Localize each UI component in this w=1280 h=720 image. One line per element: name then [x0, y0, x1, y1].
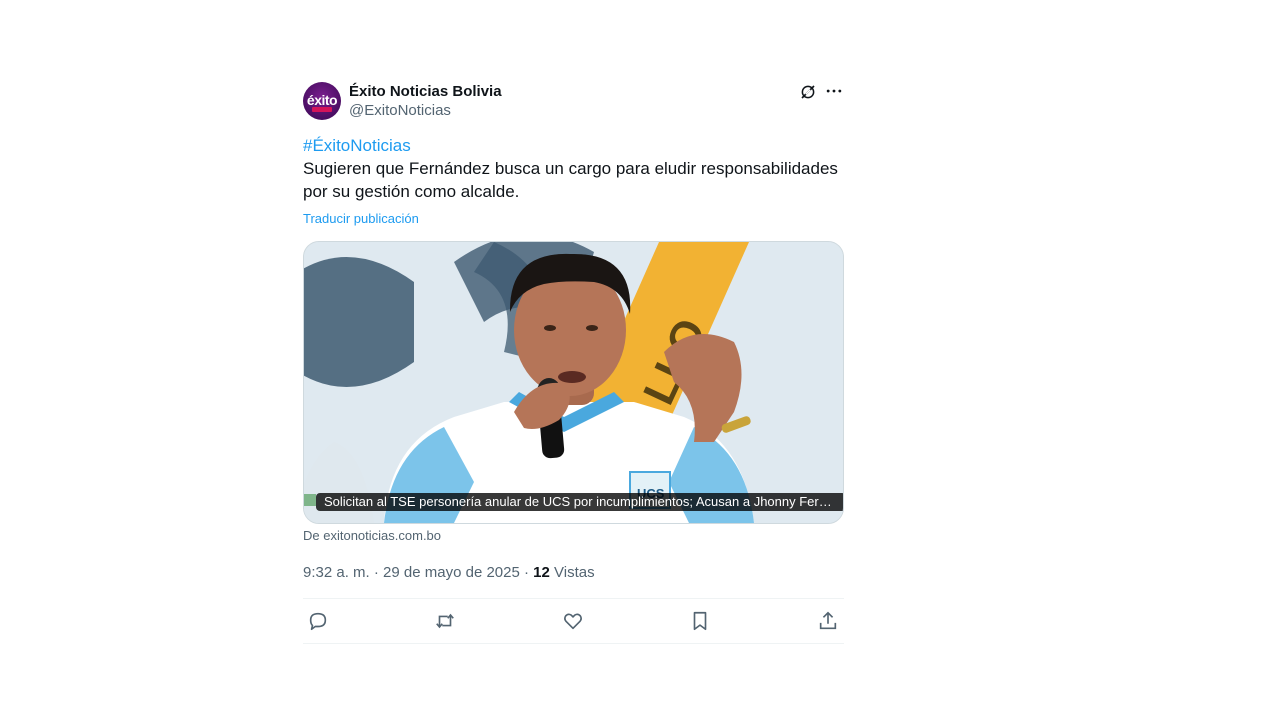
reply-icon[interactable] [307, 610, 329, 632]
tweet-meta: 9:32 a. m. · 29 de mayo de 2025 · 12 Vis… [303, 563, 844, 583]
link-card[interactable]: LLO UCS Solicitan al TSE personería anul… [303, 241, 844, 524]
post-date[interactable]: 29 de mayo de 2025 [383, 564, 520, 581]
display-name[interactable]: Éxito Noticias Bolivia [349, 82, 502, 101]
views-label: Vistas [554, 564, 595, 581]
action-bar [303, 598, 844, 644]
tweet-body: Sugieren que Fernández busca un cargo pa… [303, 159, 838, 201]
repost-icon[interactable] [434, 610, 456, 632]
hashtag-link[interactable]: #ÉxitoNoticias [303, 134, 844, 157]
tweet: éxito Éxito Noticias Bolivia @ExitoNotic… [303, 80, 844, 644]
tweet-text: #ÉxitoNoticias Sugieren que Fernández bu… [303, 134, 844, 230]
grok-icon[interactable] [799, 83, 817, 101]
author-names: Éxito Noticias Bolivia @ExitoNoticias [349, 82, 502, 120]
meta-separator: · [373, 564, 384, 581]
share-icon[interactable] [817, 610, 839, 632]
meta-separator: · [524, 564, 534, 581]
heart-icon[interactable] [562, 610, 584, 632]
translate-link[interactable]: Traducir publicación [303, 207, 844, 230]
post-time[interactable]: 9:32 a. m. [303, 564, 370, 581]
card-source[interactable]: De exitonoticias.com.bo [303, 528, 844, 543]
avatar-logo-bar [312, 107, 332, 112]
user-handle[interactable]: @ExitoNoticias [349, 101, 502, 120]
views-count: 12 [533, 564, 550, 581]
tweet-header: éxito Éxito Noticias Bolivia @ExitoNotic… [303, 80, 844, 122]
more-icon[interactable] [824, 81, 844, 101]
card-caption: Solicitan al TSE personería anular de UC… [316, 493, 843, 511]
avatar-logo: éxito [306, 92, 338, 108]
card-image: LLO UCS [304, 242, 843, 523]
avatar[interactable]: éxito [303, 82, 341, 120]
bookmark-icon[interactable] [689, 610, 711, 632]
